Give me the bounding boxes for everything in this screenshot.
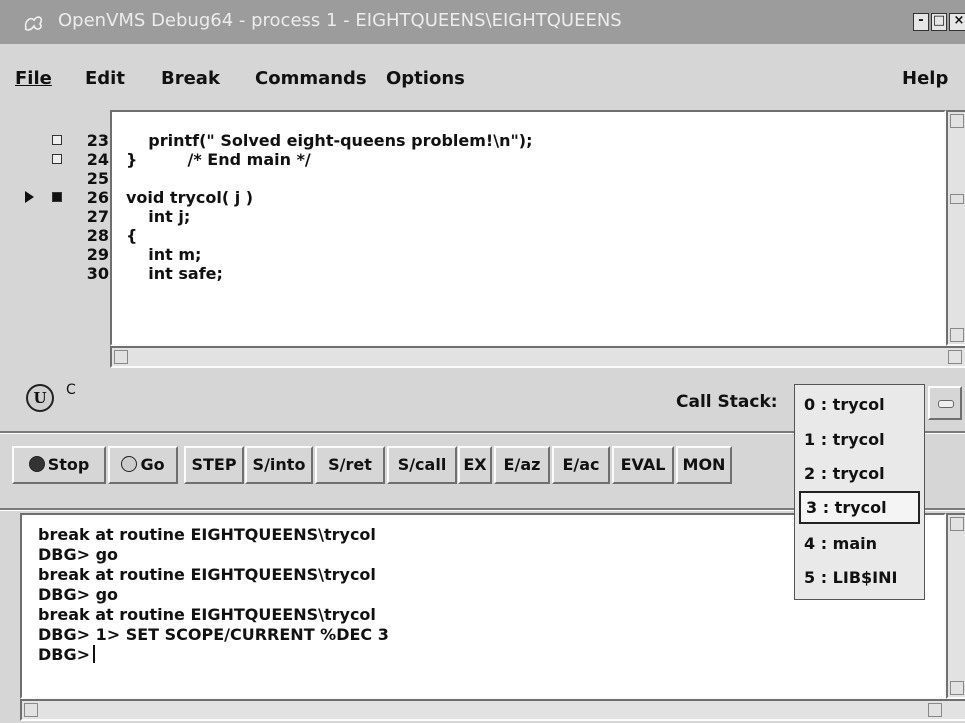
go-label: Go [140, 455, 165, 474]
callstack-item[interactable]: 0 : trycol [799, 388, 920, 421]
source-vertical-scrollbar[interactable] [946, 110, 965, 346]
text-cursor [93, 645, 96, 663]
menu-file-label: File [15, 68, 52, 89]
stop-label: Stop [47, 455, 90, 474]
callstack-item-selected[interactable]: 3 : trycol [799, 491, 920, 524]
line-number: 24 [86, 150, 109, 169]
menu-options[interactable]: Options [386, 68, 465, 89]
title-bar: OpenVMS Debug64 - process 1 - EIGHTQUEEN… [0, 0, 965, 44]
line-number: 23 [86, 131, 109, 150]
menu-help[interactable]: Help [902, 68, 948, 89]
breakpoint-toggle[interactable] [52, 192, 62, 202]
examine-az-button[interactable]: E/az [494, 446, 550, 484]
console-prompt: DBG> [38, 645, 91, 664]
monitor-button[interactable]: MON [676, 446, 732, 484]
current-line-arrow-icon [25, 191, 34, 203]
code-line: int j; [126, 207, 191, 226]
source-code-view[interactable]: printf(" Solved eight-queens problem!\n"… [110, 110, 946, 346]
scroll-up-arrow-icon[interactable] [950, 114, 964, 128]
scroll-left-arrow-icon[interactable] [24, 703, 38, 717]
menu-commands[interactable]: Commands [255, 68, 367, 89]
source-pane: 23 24 25 26 27 28 29 30 printf(" Solved … [20, 110, 965, 368]
step-return-button[interactable]: S/ret [315, 446, 385, 484]
menu-bar: File Edit Break Commands Options Help [0, 44, 965, 110]
breakpoint-toggle[interactable] [52, 135, 62, 145]
line-number: 30 [86, 264, 109, 283]
code-line: int m; [126, 245, 202, 264]
maximize-button[interactable]: □ [931, 13, 947, 31]
scroll-thumb[interactable] [950, 194, 964, 204]
gutter-line: 27 [20, 207, 110, 226]
step-button[interactable]: STEP [184, 446, 244, 484]
window-title: OpenVMS Debug64 - process 1 - EIGHTQUEEN… [58, 10, 622, 31]
line-number: 28 [86, 226, 109, 245]
console-line: DBG> go [38, 585, 119, 604]
menu-commands-label: Commands [255, 68, 367, 89]
step-into-button[interactable]: S/into [245, 446, 313, 484]
evaluate-button[interactable]: EVAL [612, 446, 674, 484]
scroll-left-arrow-icon[interactable] [114, 350, 128, 364]
console-vertical-scrollbar[interactable] [946, 513, 965, 699]
stop-button[interactable]: Stop [12, 446, 106, 484]
code-line: int safe; [126, 264, 223, 283]
callstack-item[interactable]: 5 : LIB$INI [799, 561, 920, 594]
menu-help-label: Help [902, 68, 949, 89]
console-line: break at routine EIGHTQUEENS\trycol [38, 565, 376, 584]
console-line: DBG> go [38, 545, 119, 564]
menu-edit-label: Edit [85, 68, 125, 89]
menu-edit[interactable]: Edit [85, 68, 125, 89]
line-number: 26 [86, 188, 109, 207]
menu-break[interactable]: Break [161, 68, 220, 89]
callstack-item[interactable]: 1 : trycol [799, 423, 920, 456]
go-icon [121, 456, 138, 472]
line-number: 27 [86, 207, 109, 226]
go-button[interactable]: Go [108, 446, 178, 484]
code-line: } /* End main */ [126, 150, 311, 169]
dropdown-grip-icon [938, 400, 954, 408]
language-indicator: C [66, 382, 76, 398]
line-number: 29 [86, 245, 109, 264]
breakpoint-toggle[interactable] [52, 154, 62, 164]
examine-button[interactable]: EX [458, 446, 492, 484]
callstack-dropdown-button[interactable] [928, 386, 962, 420]
close-button[interactable]: × [949, 13, 965, 31]
source-gutter: 23 24 25 26 27 28 29 30 [20, 110, 110, 346]
scroll-down-arrow-icon[interactable] [950, 681, 964, 695]
menu-break-label: Break [161, 68, 220, 89]
scroll-down-arrow-icon[interactable] [950, 328, 964, 342]
line-number: 25 [86, 169, 109, 188]
scroll-right-arrow-icon[interactable] [928, 703, 942, 717]
step-call-button[interactable]: S/call [387, 446, 457, 484]
app-logo-icon [24, 16, 43, 31]
stop-icon [28, 456, 45, 472]
code-line: printf(" Solved eight-queens problem!\n"… [126, 131, 533, 150]
console-line: DBG> 1> SET SCOPE/CURRENT %DEC 3 [38, 625, 389, 644]
gutter-line: 28 [20, 226, 110, 245]
console-prompt-line: DBG> [38, 645, 96, 664]
gutter-line: 26 [20, 188, 110, 207]
console-horizontal-scrollbar[interactable] [20, 699, 965, 721]
scroll-up-arrow-icon[interactable] [950, 517, 964, 531]
console-line: break at routine EIGHTQUEENS\trycol [38, 525, 376, 544]
examine-ac-button[interactable]: E/ac [552, 446, 610, 484]
gutter-line: 23 [20, 131, 110, 150]
callstack-item[interactable]: 2 : trycol [799, 457, 920, 490]
callstack-label: Call Stack: [676, 392, 778, 412]
code-line: { [126, 226, 138, 245]
code-line: void trycol( j ) [126, 188, 254, 207]
console-line: break at routine EIGHTQUEENS\trycol [38, 605, 376, 624]
scroll-right-arrow-icon[interactable] [948, 350, 962, 364]
source-horizontal-scrollbar[interactable] [110, 346, 965, 368]
menu-options-label: Options [386, 68, 465, 89]
gutter-line: 24 [20, 150, 110, 169]
gutter-line: 30 [20, 264, 110, 283]
menu-file[interactable]: File [15, 68, 52, 89]
callstack-item[interactable]: 4 : main [799, 527, 920, 560]
callstack-dropdown-list: 0 : trycol 1 : trycol 2 : trycol 3 : try… [794, 384, 925, 600]
gutter-line: 29 [20, 245, 110, 264]
user-mode-icon: U [26, 384, 54, 412]
minimize-button[interactable]: - [913, 13, 929, 31]
gutter-line: 25 [20, 169, 110, 188]
